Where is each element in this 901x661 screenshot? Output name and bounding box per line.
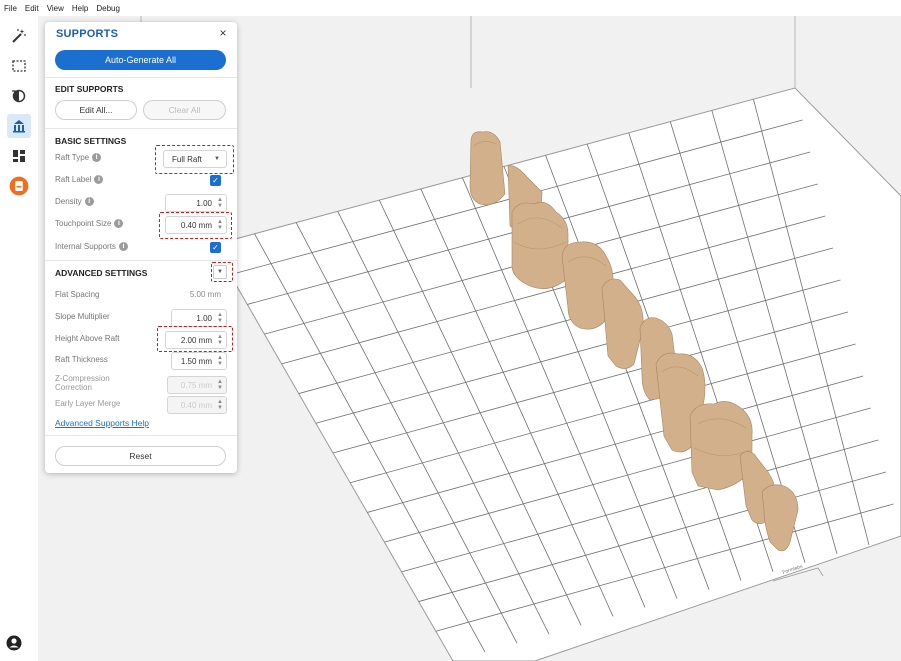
height-above-raft-input[interactable]: 2.00 mm ▲ ▼ (165, 331, 227, 349)
menu-debug[interactable]: Debug (96, 4, 120, 13)
raft-thickness-label: Raft Thickness (55, 355, 108, 364)
edit-all-button[interactable]: Edit All... (55, 100, 137, 120)
early-layer-merge-input: 0.40 mm ▲ ▼ (167, 396, 227, 414)
raft-thickness-row: Raft Thickness 1.50 mm ▲ ▼ (55, 352, 227, 370)
raft-label-checkbox[interactable]: ✓ (210, 175, 221, 186)
layout-icon (13, 150, 25, 162)
select-tool[interactable] (7, 54, 31, 78)
flat-spacing-label: Flat Spacing (55, 290, 100, 299)
supports-tool[interactable] (7, 114, 31, 138)
layout-tool[interactable] (7, 144, 31, 168)
advanced-settings-toggle[interactable]: ▼ (213, 265, 227, 279)
stepper-icon[interactable]: ▲ ▼ (217, 219, 223, 231)
tooth-model-1 (469, 131, 506, 206)
stepper-icon[interactable]: ▲ ▼ (217, 334, 223, 346)
supports-icon (13, 120, 25, 133)
build-plate: Formlabs (212, 87, 901, 661)
stepper-icon[interactable]: ▲ ▼ (217, 197, 223, 209)
stepper-icon[interactable]: ▲ ▼ (217, 355, 223, 367)
slope-multiplier-input[interactable]: 1.00 ▲ ▼ (171, 309, 227, 327)
clear-all-button[interactable]: Clear All (143, 100, 226, 120)
menu-file[interactable]: File (4, 4, 17, 13)
advanced-supports-help-link[interactable]: Advanced Supports Help (55, 418, 149, 428)
account-button[interactable] (6, 635, 22, 651)
info-icon[interactable]: i (114, 219, 124, 228)
z-compression-label: Z-Compression Correction (55, 374, 110, 392)
raft-type-select[interactable]: Full Raft ▼ (163, 150, 227, 168)
info-icon[interactable]: i (92, 153, 102, 162)
info-icon[interactable]: i (94, 175, 104, 184)
z-compression-input: 0.75 mm ▲ ▼ (167, 376, 227, 394)
print-icon (9, 176, 29, 196)
stepper-icon: ▲ ▼ (217, 399, 223, 411)
raft-type-row: Raft Type i Full Raft ▼ (55, 150, 227, 168)
orientation-tool[interactable] (7, 84, 31, 108)
early-layer-merge-label: Early Layer Merge (55, 399, 121, 408)
info-icon[interactable]: i (84, 197, 94, 206)
reset-button[interactable]: Reset (55, 446, 226, 466)
divider (45, 128, 237, 129)
raft-type-label: Raft Type i (55, 153, 102, 162)
left-toolbar (0, 16, 38, 661)
stepper-icon[interactable]: ▲ ▼ (217, 312, 223, 324)
stepper-icon: ▲ ▼ (217, 379, 223, 391)
menu-help[interactable]: Help (72, 4, 88, 13)
density-label: Density i (55, 197, 94, 206)
select-box-icon (12, 60, 26, 72)
print-tool[interactable] (7, 174, 31, 198)
info-icon[interactable]: i (118, 242, 128, 251)
chevron-down-icon: ▼ (214, 156, 220, 162)
menu-view[interactable]: View (47, 4, 64, 13)
basic-settings-title: BASIC SETTINGS (55, 136, 127, 146)
internal-supports-row: Internal Supports i ✓ (55, 239, 227, 257)
slope-multiplier-label: Slope Multiplier (55, 312, 110, 321)
menu-edit[interactable]: Edit (25, 4, 39, 13)
slope-multiplier-row: Slope Multiplier 1.00 ▲ ▼ (55, 309, 227, 327)
panel-header: SUPPORTS × (45, 22, 237, 44)
height-above-raft-row: Height Above Raft 2.00 mm ▲ ▼ (55, 331, 227, 349)
touchpoint-size-row: Touchpoint Size i 0.40 mm ▲ ▼ (55, 216, 227, 234)
raft-thickness-input[interactable]: 1.50 mm ▲ ▼ (171, 352, 227, 370)
divider (45, 260, 237, 261)
touchpoint-size-input[interactable]: 0.40 mm ▲ ▼ (165, 216, 227, 234)
divider (45, 77, 237, 78)
menu-bar: File Edit View Help Debug (0, 0, 901, 16)
internal-supports-label: Internal Supports i (55, 242, 128, 251)
flat-spacing-row: Flat Spacing 5.00 mm (55, 287, 227, 305)
account-icon (6, 635, 22, 651)
height-above-raft-label: Height Above Raft (55, 334, 120, 343)
close-button[interactable]: × (216, 26, 230, 40)
orientation-icon (12, 89, 26, 103)
touchpoint-size-label: Touchpoint Size i (55, 219, 124, 228)
auto-generate-all-button[interactable]: Auto-Generate All (55, 50, 226, 70)
density-input[interactable]: 1.00 ▲ ▼ (165, 194, 227, 212)
divider (45, 435, 237, 436)
magic-wand-icon (12, 29, 26, 43)
chevron-down-icon: ▼ (217, 269, 223, 275)
magic-wand-tool[interactable] (7, 24, 31, 48)
raft-label-label: Raft Label i (55, 175, 104, 184)
z-compression-row: Z-Compression Correction 0.75 mm ▲ ▼ (55, 374, 227, 396)
tooth-model-3 (511, 201, 569, 289)
edit-supports-title: EDIT SUPPORTS (55, 84, 124, 94)
supports-panel: SUPPORTS × Auto-Generate All EDIT SUPPOR… (45, 22, 237, 473)
flat-spacing-value: 5.00 mm (189, 290, 221, 299)
internal-supports-checkbox[interactable]: ✓ (210, 242, 221, 253)
raft-label-row: Raft Label i ✓ (55, 172, 227, 190)
advanced-settings-title: ADVANCED SETTINGS (55, 268, 148, 278)
early-layer-merge-row: Early Layer Merge 0.40 mm ▲ ▼ (55, 396, 227, 414)
panel-title: SUPPORTS (56, 28, 119, 40)
density-row: Density i 1.00 ▲ ▼ (55, 194, 227, 212)
